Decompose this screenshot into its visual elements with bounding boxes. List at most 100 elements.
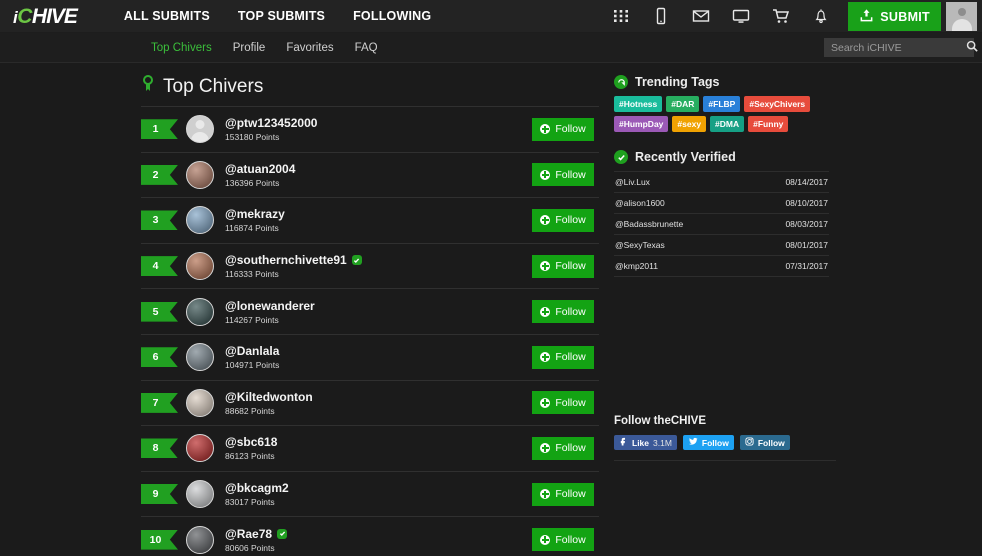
chiver-info: @lonewanderer 114267 Points <box>225 299 532 325</box>
chiver-avatar[interactable] <box>186 297 214 326</box>
chiver-username-label: @lonewanderer <box>225 298 315 313</box>
trending-tag[interactable]: #HumpDay <box>614 116 669 132</box>
trending-tag[interactable]: #SexyChivers <box>744 96 811 112</box>
avatar-body <box>191 132 209 143</box>
follow-button[interactable]: Follow <box>532 254 594 278</box>
verified-user-row[interactable]: @alison1600 08/10/2017 <box>614 193 829 214</box>
chiver-avatar[interactable] <box>186 343 214 372</box>
search-input[interactable] <box>831 41 966 54</box>
chiver-info: @Danlala 104971 Points <box>225 344 532 370</box>
verified-user-row[interactable]: @Liv.Lux 08/14/2017 <box>614 171 829 193</box>
facebook-follow-label: Like <box>632 437 650 448</box>
verified-user-row[interactable]: @kmp2011 07/31/2017 <box>614 256 829 277</box>
chiver-info: @Rae78 80606 Points <box>225 527 532 553</box>
grid-icon[interactable] <box>612 7 630 25</box>
chiver-avatar[interactable] <box>186 206 214 235</box>
avatar-head <box>195 120 205 130</box>
follow-button-label: Follow <box>555 396 586 409</box>
chiver-username[interactable]: @lonewanderer <box>225 299 532 313</box>
chiver-avatar[interactable] <box>186 434 214 463</box>
rank-badge: 9 <box>141 484 178 505</box>
subnav-item-profile[interactable]: Profile <box>233 42 266 54</box>
follow-button[interactable]: Follow <box>532 163 594 187</box>
submit-button[interactable]: SUBMIT <box>848 2 941 31</box>
verified-user-row[interactable]: @SexyTexas 08/01/2017 <box>614 235 829 256</box>
follow-button-label: Follow <box>555 442 586 455</box>
subnav-item-faq[interactable]: FAQ <box>355 42 378 54</box>
verified-badge-icon <box>277 528 288 539</box>
follow-button[interactable]: Follow <box>532 300 594 324</box>
trending-tag[interactable]: #Hotness <box>614 96 663 112</box>
chiver-username[interactable]: @Danlala <box>225 344 532 358</box>
verified-date: 08/01/2017 <box>785 240 828 250</box>
subnav-item-favorites[interactable]: Favorites <box>286 42 333 54</box>
trending-tag[interactable]: #Funny <box>748 116 789 132</box>
follow-chive-title: Follow theCHIVE <box>614 415 706 427</box>
verified-date: 07/31/2017 <box>785 261 828 271</box>
follow-button[interactable]: Follow <box>532 391 594 415</box>
nav-top-submits[interactable]: TOP SUBMITS <box>238 9 325 23</box>
instagram-follow-button[interactable]: Follow <box>739 435 790 450</box>
site-logo[interactable]: i C HIVE <box>13 6 78 27</box>
verified-username: @Liv.Lux <box>615 177 650 187</box>
twitter-follow-button[interactable]: Follow <box>682 435 734 450</box>
user-avatar[interactable] <box>946 2 977 31</box>
page-body: Top Chivers 1 @ptw123452000 153180 Points F… <box>0 63 982 556</box>
chiver-points: 86123 Points <box>225 451 275 462</box>
cart-icon[interactable] <box>772 7 790 25</box>
follow-button[interactable]: Follow <box>532 345 594 369</box>
chiver-points: 104971 Points <box>225 360 280 371</box>
chiver-avatar[interactable] <box>186 252 214 281</box>
trending-icon <box>614 75 628 89</box>
chiver-avatar[interactable] <box>186 525 214 554</box>
chiver-info: @atuan2004 136396 Points <box>225 162 532 188</box>
chiver-username[interactable]: @Kiltedwonton <box>225 390 532 404</box>
facebook-follow-button[interactable]: Like 3.1M <box>614 435 677 450</box>
chiver-username[interactable]: @southernchivette91 <box>225 253 532 267</box>
nav-all-submits[interactable]: ALL SUBMITS <box>124 9 210 23</box>
chiver-username[interactable]: @ptw123452000 <box>225 116 532 130</box>
follow-button[interactable]: Follow <box>532 528 594 552</box>
chiver-username[interactable]: @mekrazy <box>225 207 532 221</box>
chiver-row: 3 @mekrazy 116874 Points Follow <box>141 198 599 244</box>
trending-tag[interactable]: #DMA <box>710 116 745 132</box>
chiver-points: 136396 Points <box>225 177 280 188</box>
follow-button[interactable]: Follow <box>532 208 594 232</box>
subnav-item-top-chivers[interactable]: Top Chivers <box>151 42 212 54</box>
monitor-icon[interactable] <box>732 7 750 25</box>
phone-icon[interactable] <box>652 7 670 25</box>
envelope-icon[interactable] <box>692 7 710 25</box>
sidebar: Trending Tags #Hotness #DAR #FLBP #SexyChiv… <box>614 75 844 556</box>
chiver-username[interactable]: @sbc618 <box>225 435 532 449</box>
chiver-avatar[interactable] <box>186 160 214 189</box>
bell-icon[interactable] <box>812 7 830 25</box>
plus-icon <box>540 489 551 500</box>
chiver-info: @mekrazy 116874 Points <box>225 207 532 233</box>
verified-list: @Liv.Lux 08/14/2017 @alison1600 08/10/2017 @… <box>614 171 829 277</box>
nav-following[interactable]: FOLLOWING <box>353 9 431 23</box>
rank-badge: 10 <box>141 529 178 550</box>
follow-button-label: Follow <box>555 533 586 546</box>
search-icon[interactable] <box>966 39 978 57</box>
avatar-body <box>951 19 972 31</box>
chiver-points: 116874 Points <box>225 223 279 234</box>
verified-user-row[interactable]: @Badassbrunette 08/03/2017 <box>614 214 829 235</box>
chiver-row: 2 @atuan2004 136396 Points Follow <box>141 153 599 199</box>
chiver-info: @Kiltedwonton 88682 Points <box>225 390 532 416</box>
trending-tag[interactable]: #FLBP <box>703 96 741 112</box>
trending-tag[interactable]: #sexy <box>672 116 707 132</box>
chiver-points: 116333 Points <box>225 269 279 280</box>
follow-button-label: Follow <box>555 168 586 181</box>
chiver-username[interactable]: @bkcagm2 <box>225 481 532 495</box>
follow-button[interactable]: Follow <box>532 436 594 460</box>
chiver-avatar[interactable] <box>186 115 214 144</box>
chiver-avatar[interactable] <box>186 480 214 509</box>
twitter-follow-label: Follow <box>701 437 729 448</box>
trending-tag[interactable]: #DAR <box>666 96 700 112</box>
follow-button[interactable]: Follow <box>532 117 594 141</box>
follow-button[interactable]: Follow <box>532 482 594 506</box>
chiver-username[interactable]: @Rae78 <box>225 527 532 541</box>
search-box[interactable] <box>824 38 978 57</box>
chiver-username[interactable]: @atuan2004 <box>225 162 532 176</box>
chiver-avatar[interactable] <box>186 388 214 417</box>
